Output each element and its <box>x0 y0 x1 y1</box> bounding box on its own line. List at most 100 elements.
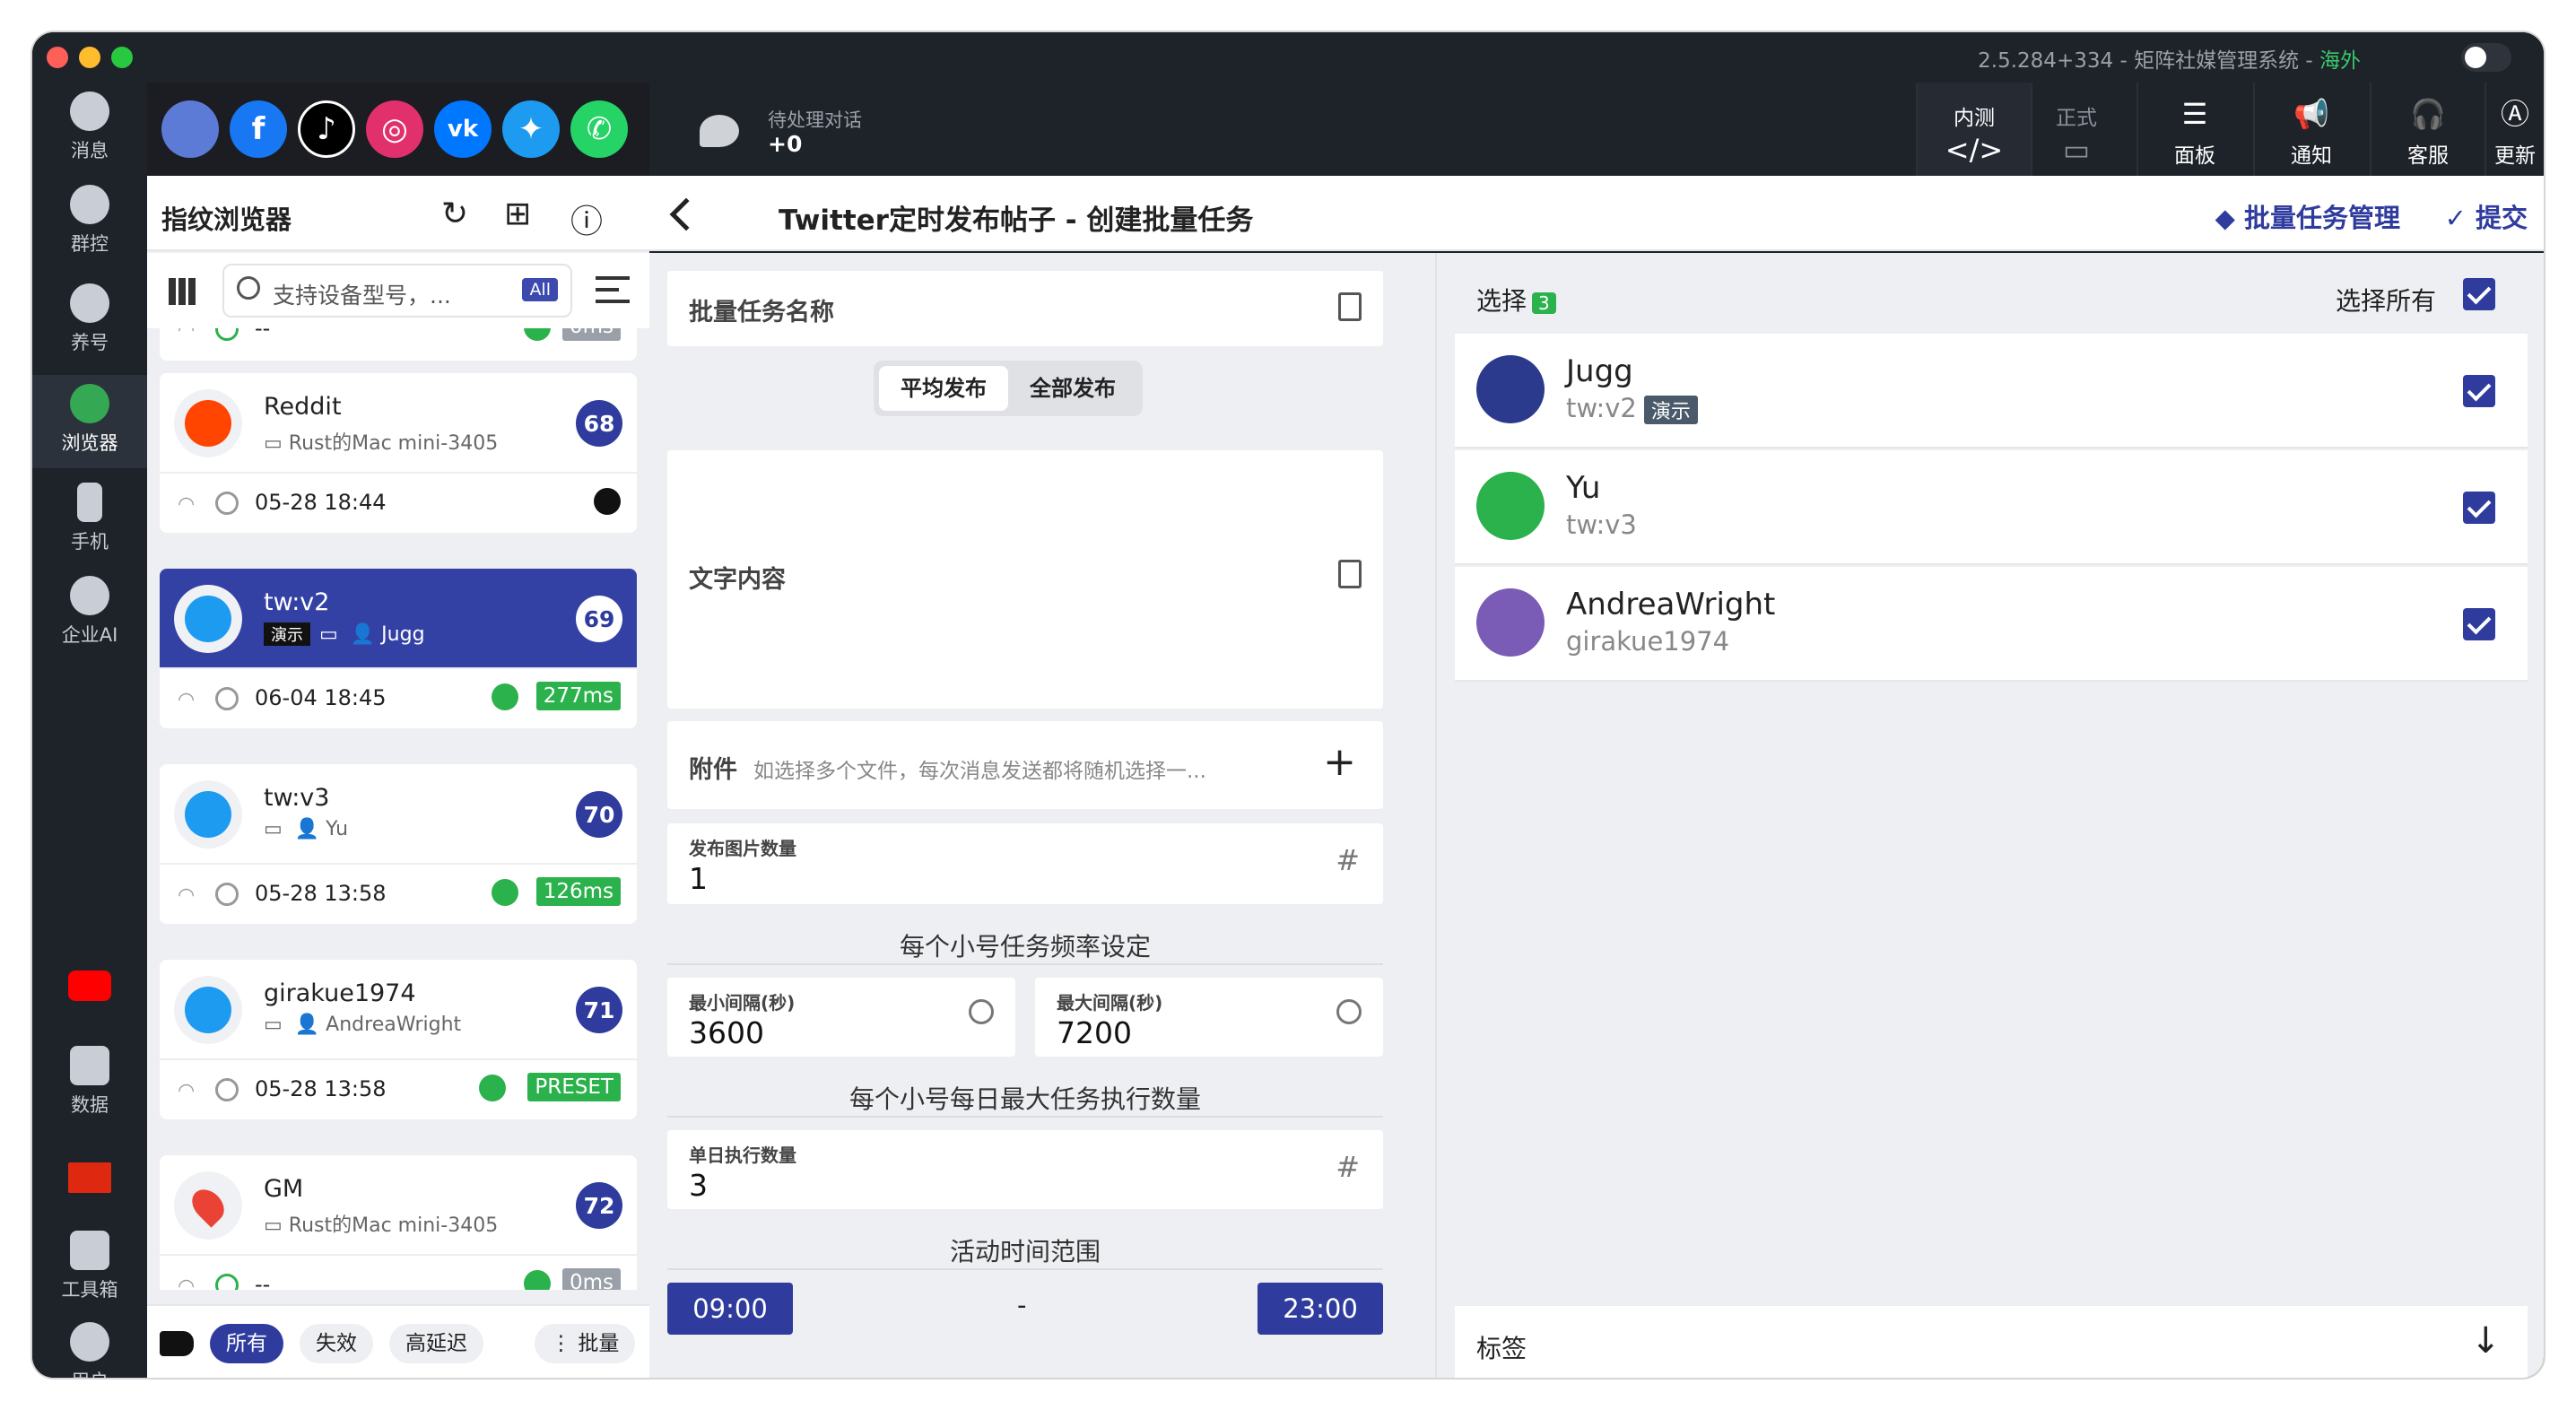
max-interval-field[interactable]: 最大间隔(秒) 7200 <box>1035 978 1383 1057</box>
panel-button[interactable]: ☰ 面板 <box>2137 83 2251 176</box>
filter-high-latency[interactable]: 高延迟 <box>389 1324 483 1363</box>
min-interval-value: 3600 <box>689 1015 764 1050</box>
nurture-account-icon <box>70 283 109 323</box>
search-input[interactable]: 支持设备型号，... All <box>222 264 572 318</box>
attachment-field[interactable]: 附件 如选择多个文件，每次消息发送都将随机选择一... + <box>667 721 1383 809</box>
pending-count: +0 <box>768 131 803 157</box>
grid-view-icon[interactable] <box>169 278 196 305</box>
service-button[interactable]: 🎧 客服 <box>2370 83 2485 176</box>
publish-mode-toggle: 平均发布 全部发布 <box>874 361 1143 416</box>
filter-all[interactable]: 所有 <box>210 1324 283 1363</box>
chat-bubble-icon[interactable] <box>700 115 739 147</box>
max-interval-value: 7200 <box>1057 1015 1132 1050</box>
update-label: 更新 <box>2494 144 2536 168</box>
back-icon[interactable] <box>669 197 703 231</box>
twitter-icon[interactable]: ✦ <box>502 100 560 158</box>
browser-card-reddit[interactable]: Reddit ▭ Rust的Mac mini-3405 68 ◠ 05-28 1… <box>160 373 637 533</box>
rail-item-nurture[interactable]: 养号 <box>32 274 147 368</box>
vk-icon[interactable]: vk <box>434 100 492 158</box>
account-handle: tw:v2 <box>1566 393 1637 423</box>
twitter-avatar-icon <box>174 585 242 653</box>
text-content-label: 文字内容 <box>689 566 786 594</box>
daily-count-field[interactable]: 单日执行数量 3 # <box>667 1130 1383 1209</box>
min-interval-field[interactable]: 最小间隔(秒) 3600 <box>667 978 1015 1057</box>
mode-even-button[interactable]: 平均发布 <box>879 366 1008 411</box>
card-number: 71 <box>576 987 622 1033</box>
zoom-window-button[interactable] <box>111 47 133 68</box>
youtube-icon[interactable] <box>32 944 147 1037</box>
info-icon[interactable]: ⓘ <box>570 196 603 242</box>
rail-item-data[interactable]: 数据 <box>32 1037 147 1130</box>
account-checkbox[interactable] <box>2463 375 2495 407</box>
add-icon[interactable]: + <box>1323 739 1356 785</box>
image-count-label: 发布图片数量 <box>689 838 796 859</box>
select-all-label: 选择所有 <box>2335 286 2436 316</box>
browser-card-twv2[interactable]: tw:v2 演示 ▭ 👤 Jugg 69 ◠ 06-04 18:45 277ms <box>160 569 637 728</box>
batch-button[interactable]: ⋮ 批量 <box>535 1324 636 1363</box>
rail-label: 数据 <box>71 1094 109 1116</box>
globe-icon <box>492 683 518 710</box>
image-count-field[interactable]: 发布图片数量 1 # <box>667 823 1383 904</box>
globe-icon <box>594 488 621 515</box>
account-checkbox[interactable] <box>2463 608 2495 640</box>
account-row-jugg[interactable]: Jugg tw:v2 演示 <box>1455 334 2528 448</box>
start-time-button[interactable]: 09:00 <box>667 1283 793 1335</box>
account-row-yu[interactable]: Yu tw:v3 <box>1455 450 2528 565</box>
arrow-down-icon[interactable]: ↓ <box>2470 1320 2501 1362</box>
browser-card-partial[interactable]: ◠ -- 0ms <box>160 328 637 361</box>
version-info: 2.5.284+334 - 矩阵社媒管理系统 - 海外 <box>1978 43 2361 74</box>
minimize-window-button[interactable] <box>79 47 100 68</box>
demo-badge: 演示 <box>1643 396 1698 424</box>
rail-item-toolbox[interactable]: 工具箱 <box>32 1222 147 1315</box>
search-scope-all[interactable]: All <box>522 278 558 301</box>
facebook-icon[interactable]: f <box>230 100 287 158</box>
text-content-field[interactable]: 文字内容 <box>667 450 1383 709</box>
twitter-avatar-icon <box>174 780 242 849</box>
browser-card-girakue[interactable]: girakue1974 ▭ 👤 AndreaWright 71 ◠ 05-28 … <box>160 960 637 1119</box>
whatsapp-icon[interactable]: ✆ <box>570 100 628 158</box>
sort-icon[interactable] <box>596 276 630 303</box>
refresh-icon[interactable]: ↻ <box>441 196 468 232</box>
browser-cards: ◠ -- 0ms Reddit ▭ Rust的Mac mini-3405 68 … <box>147 328 649 1290</box>
account-checkbox[interactable] <box>2463 492 2495 524</box>
browser-card-twv3[interactable]: tw:v3 ▭ 👤 Yu 70 ◠ 05-28 13:58 126ms <box>160 764 637 924</box>
tags-field[interactable]: 标签 ↓ <box>1455 1306 2528 1378</box>
rail-item-user[interactable]: 用户 <box>32 1313 147 1378</box>
instagram-icon[interactable]: ◎ <box>366 100 423 158</box>
rail-item-messages[interactable]: 消息 <box>32 83 147 176</box>
rail-item-phone[interactable]: 手机 <box>32 474 147 567</box>
task-name-field[interactable]: 批量任务名称 <box>667 271 1383 346</box>
test-channel-button[interactable]: 内测 </> <box>1916 83 2031 176</box>
batch-manage-link[interactable]: ◆ 批量任务管理 <box>2215 197 2400 235</box>
theme-toggle[interactable] <box>2461 43 2511 72</box>
twitter-avatar-icon <box>174 976 242 1044</box>
rail-label: 浏览器 <box>61 432 118 454</box>
clipboard-icon[interactable] <box>1338 560 1362 588</box>
clipboard-icon[interactable] <box>1338 292 1362 321</box>
browser-platform-icon[interactable] <box>161 100 219 158</box>
notify-button[interactable]: 📢 通知 <box>2253 83 2368 176</box>
end-time-button[interactable]: 23:00 <box>1258 1283 1383 1335</box>
add-box-icon[interactable]: ⊞ <box>504 196 531 232</box>
filter-invalid[interactable]: 失效 <box>300 1324 373 1363</box>
submit-button[interactable]: ✓ 提交 <box>2445 197 2528 235</box>
select-all-checkbox[interactable] <box>2463 278 2495 310</box>
close-window-button[interactable] <box>47 47 68 68</box>
rail-item-browser[interactable]: 浏览器 <box>32 375 147 468</box>
check-icon <box>215 1078 239 1101</box>
title-bar: 2.5.284+334 - 矩阵社媒管理系统 - 海外 <box>32 32 2544 83</box>
language-flag[interactable] <box>32 1141 147 1234</box>
tag-icon[interactable] <box>160 1331 194 1356</box>
avatar <box>1476 588 1545 657</box>
card-time: -- <box>255 1272 271 1290</box>
tiktok-icon[interactable]: ♪ <box>298 100 355 158</box>
rail-item-ai[interactable]: 企业AI <box>32 567 147 675</box>
rail-item-group-control[interactable]: 群控 <box>32 176 147 274</box>
account-row-andrea[interactable]: AndreaWright girakue1974 <box>1455 567 2528 682</box>
update-button[interactable]: Ⓐ 更新 <box>2485 83 2544 176</box>
formal-channel-button[interactable]: 正式 ▭ <box>2031 83 2120 176</box>
chart-icon <box>70 1046 109 1085</box>
mode-all-button[interactable]: 全部发布 <box>1008 366 1137 411</box>
browser-card-gm[interactable]: GM ▭ Rust的Mac mini-3405 72 ◠ -- 0ms <box>160 1155 637 1290</box>
monitor-icon: ▭ <box>2062 133 2091 167</box>
